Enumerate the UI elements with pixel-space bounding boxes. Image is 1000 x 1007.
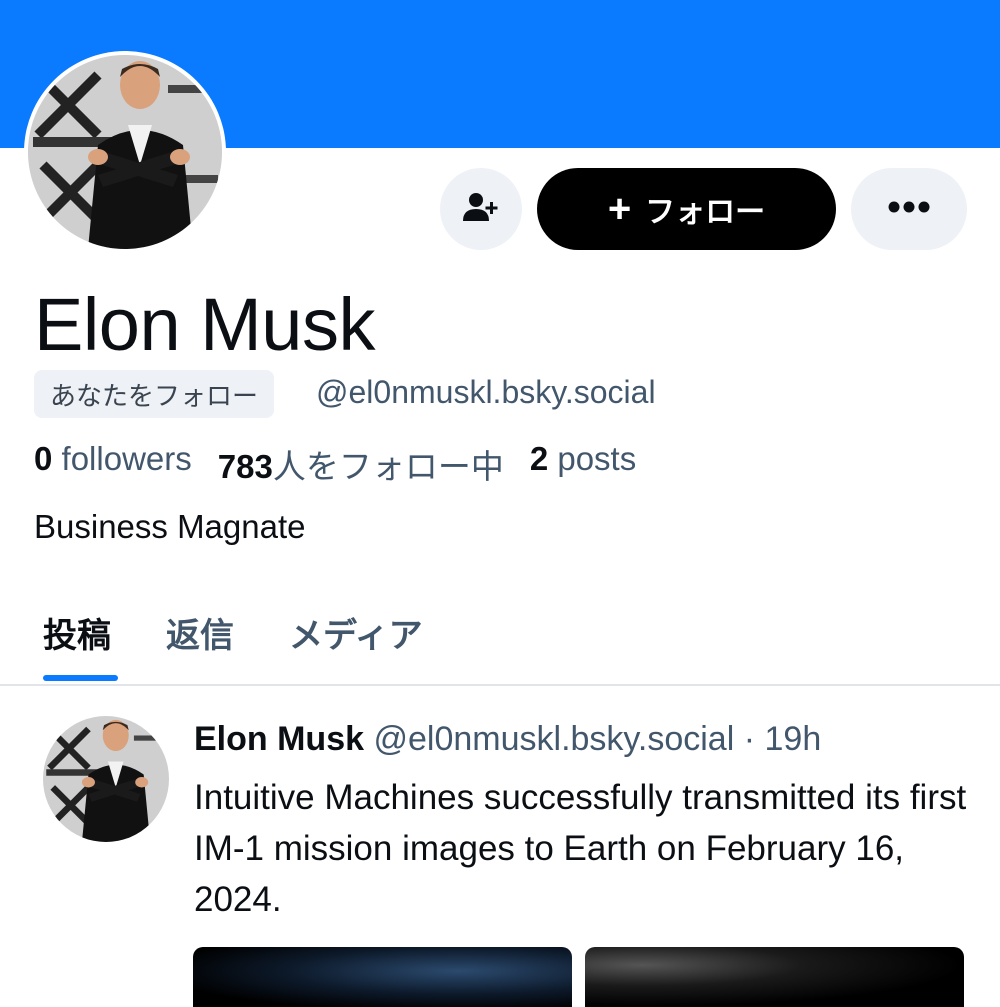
avatar-photo-graphic bbox=[28, 55, 222, 249]
follows-you-badge: あなたをフォロー bbox=[34, 370, 275, 418]
posts-label: posts bbox=[548, 440, 637, 477]
follow-button-label: フォロー bbox=[645, 196, 766, 229]
more-options-button[interactable] bbox=[851, 168, 967, 250]
active-tab-indicator bbox=[43, 675, 118, 681]
avatar-image bbox=[28, 55, 222, 249]
profile-avatar[interactable] bbox=[24, 51, 226, 253]
post-timestamp[interactable]: 19h bbox=[765, 720, 822, 758]
posts-count: 2 bbox=[529, 440, 549, 477]
post-avatar-photo-graphic bbox=[43, 716, 169, 842]
following-label: 人をフォロー中 bbox=[272, 448, 504, 485]
plus-icon: + bbox=[607, 187, 632, 231]
following-count: 783 bbox=[217, 448, 273, 485]
posts-stat: 2 posts bbox=[530, 440, 636, 488]
follow-button[interactable]: + フォロー bbox=[537, 168, 836, 250]
post-media-image-2[interactable] bbox=[585, 947, 964, 1007]
profile-handle: @el0nmuskl.bsky.social bbox=[316, 374, 656, 410]
post-separator: · bbox=[734, 720, 765, 758]
tab-posts[interactable]: 投稿 bbox=[43, 608, 111, 657]
post-author-avatar[interactable] bbox=[43, 716, 169, 842]
ellipsis-icon bbox=[888, 200, 930, 218]
post-author-handle[interactable]: @el0nmuskl.bsky.social bbox=[373, 720, 734, 758]
followers-stat[interactable]: 0 followers bbox=[34, 440, 192, 488]
post-header: Elon Musk @el0nmuskl.bsky.social · 19h bbox=[194, 720, 821, 759]
post-media-image-1[interactable] bbox=[193, 947, 572, 1007]
profile-tabs: 投稿 返信 メディア bbox=[0, 590, 1000, 686]
profile-display-name: Elon Musk bbox=[34, 283, 375, 366]
post-item[interactable]: Elon Musk @el0nmuskl.bsky.social · 19h I… bbox=[0, 686, 1000, 1007]
post-author-name[interactable]: Elon Musk bbox=[194, 720, 364, 758]
person-add-icon bbox=[463, 191, 499, 228]
followers-count: 0 bbox=[34, 440, 53, 477]
tab-replies[interactable]: 返信 bbox=[166, 608, 234, 657]
following-stat[interactable]: 783人をフォロー中 bbox=[218, 440, 504, 488]
followers-label: followers bbox=[52, 440, 192, 477]
add-user-button[interactable] bbox=[440, 168, 522, 250]
post-text: Intuitive Machines successfully transmit… bbox=[194, 778, 967, 919]
profile-stats: 0 followers 783人をフォロー中 2 posts bbox=[34, 440, 662, 488]
tab-media[interactable]: メディア bbox=[289, 608, 423, 657]
profile-bio: Business Magnate bbox=[34, 508, 306, 545]
